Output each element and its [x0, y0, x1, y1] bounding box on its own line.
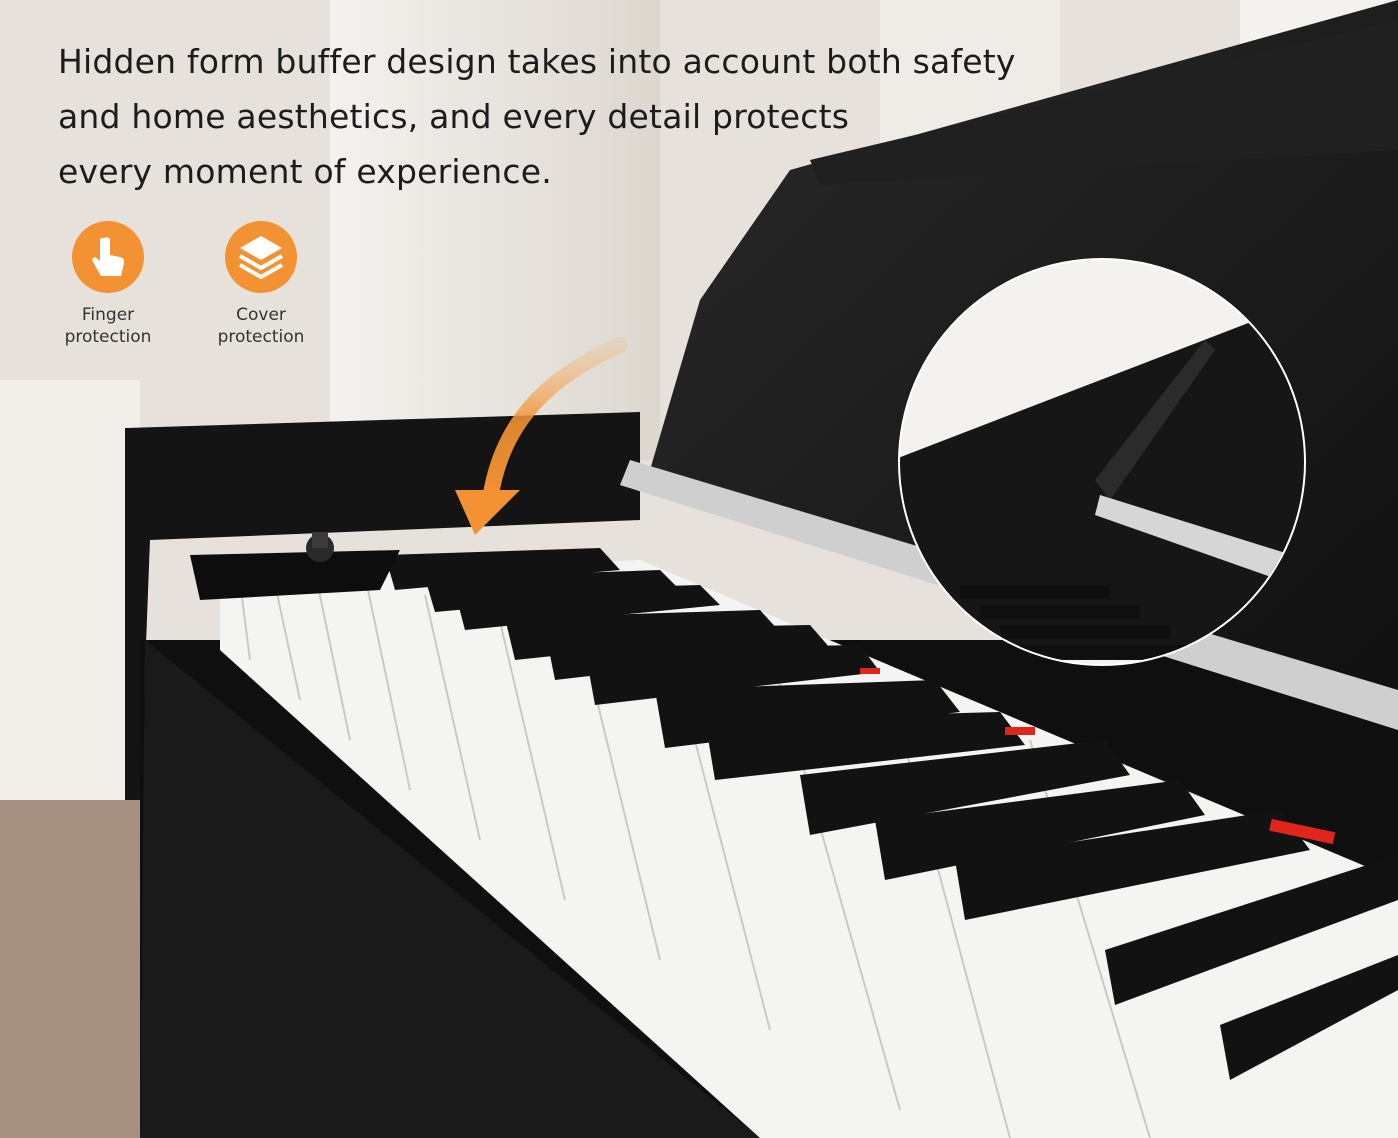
feature-label-line-2: protection: [217, 327, 305, 347]
feature-cover-protection: Cover protection: [186, 220, 336, 348]
feature-label-line-1: Finger: [81, 305, 135, 325]
feature-label-line-1: Cover: [236, 305, 286, 325]
feature-finger-protection: Finger protection: [33, 220, 183, 348]
headline: Hidden form buffer design takes into acc…: [58, 34, 1058, 199]
headline-line-2: and home aesthetics, and every detail pr…: [58, 97, 850, 136]
headline-line-3: every moment of experience.: [58, 152, 552, 191]
layers-icon: [225, 221, 297, 293]
finger-touch-icon: [72, 221, 144, 293]
feature-label-line-2: protection: [64, 327, 152, 347]
headline-line-1: Hidden form buffer design takes into acc…: [58, 42, 1016, 81]
